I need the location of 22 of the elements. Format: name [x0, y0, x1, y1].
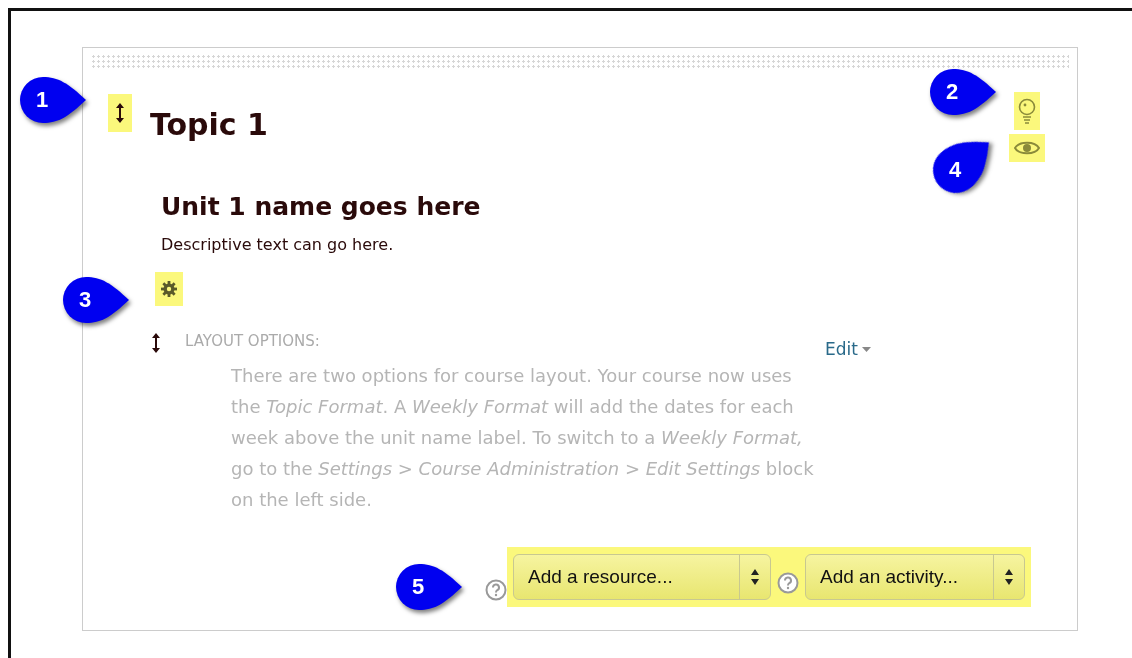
unit-title: Unit 1 name goes here: [161, 192, 482, 221]
move-icon[interactable]: [151, 332, 161, 354]
callout-marker: 3: [61, 275, 131, 325]
label-heading: LAYOUT OPTIONS:: [185, 332, 321, 352]
move-icon[interactable]: [115, 102, 125, 124]
lightbulb-icon[interactable]: [1018, 98, 1036, 124]
sort-icon: [750, 568, 760, 586]
activity-select[interactable]: Add an activity...: [805, 554, 1025, 600]
resource-select[interactable]: Add a resource...: [513, 554, 771, 600]
help-icon[interactable]: [485, 579, 507, 601]
description-text: Descriptive text can go here.: [161, 235, 395, 254]
callout-marker: 1: [18, 75, 88, 125]
callout-marker: 2: [928, 67, 998, 117]
eye-icon[interactable]: [1014, 140, 1040, 156]
gear-icon[interactable]: [161, 281, 177, 297]
sort-icon: [1004, 568, 1014, 586]
topic-title: Topic 1: [150, 107, 268, 142]
help-icon[interactable]: [777, 572, 799, 594]
label-text: There are two options for course layout. Your course now uses the Topic Format. A Weekly Format will add the dates for each week above the unit name label. To switch to a Weekly Format, go to the Settings > Course Administration > Edit Settings block on the left side.: [231, 364, 815, 512]
edit-menu[interactable]: Edit: [825, 338, 1069, 360]
caret-icon: [861, 346, 871, 352]
callout-marker: 5: [394, 562, 464, 612]
